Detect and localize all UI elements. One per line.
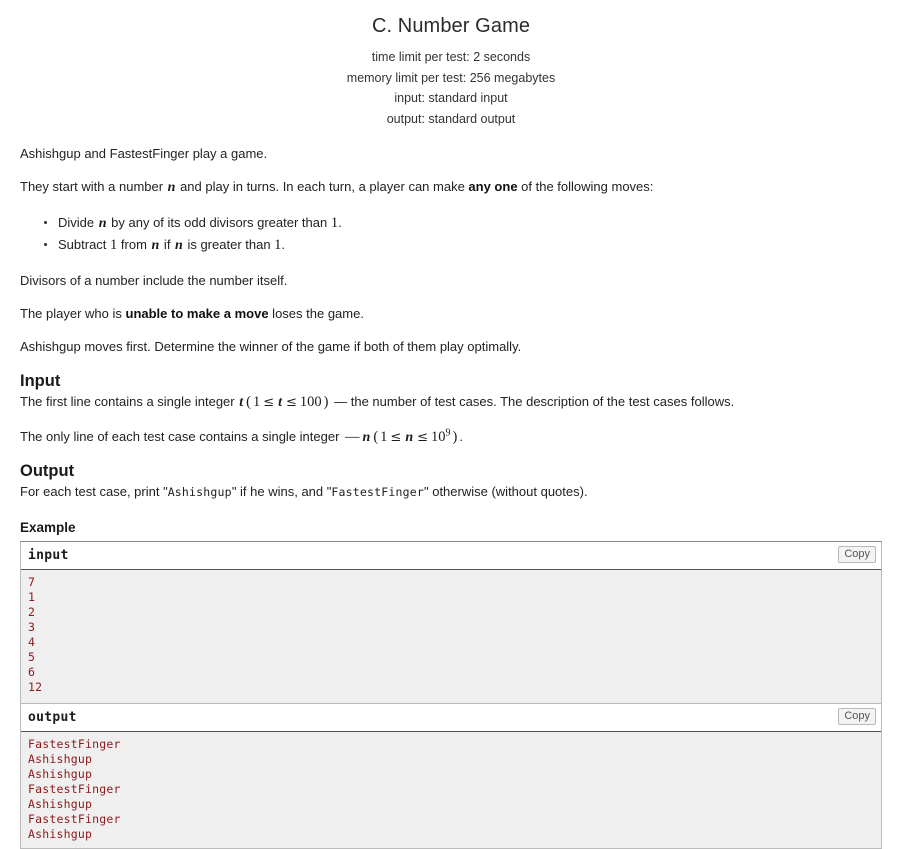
bullet-2-text-c: if [160, 237, 175, 252]
sample-output-data: FastestFinger Ashishgup Ashishgup Fastes… [21, 732, 881, 848]
math-n: n [362, 430, 371, 445]
problem-statement: C. Number Game time limit per test: 2 se… [0, 0, 902, 849]
legend-emphasis-unable: unable to make a move [125, 306, 269, 321]
math-n: n [405, 430, 414, 445]
output-section: Output For each test case, print "Ashish… [20, 461, 882, 501]
problem-legend: Ashishgup and FastestFinger play a game.… [0, 145, 902, 501]
output-name-fastestfinger: FastestFinger [331, 485, 424, 499]
output-spec-paragraph: For each test case, print "Ashishgup" if… [20, 483, 882, 501]
output-name-ashishgup: Ashishgup [167, 485, 232, 499]
input-text-2b: . [459, 429, 463, 444]
math-hundred: 100 [299, 394, 322, 410]
legend-text-4a: The player who is [20, 306, 126, 321]
sample-tests: Example input Copy 7 1 2 3 4 5 6 12 outp… [0, 519, 902, 849]
list-item: Subtract 1 from n if n is greater than 1… [44, 234, 882, 256]
legend-text-2c: of the following moves: [517, 179, 654, 194]
legend-text-2a: They start with a number [20, 179, 167, 194]
bullet-2-text-d: is greater than [183, 237, 275, 252]
math-le: ≤ [417, 430, 429, 445]
bullet-2-text-b: from [117, 237, 151, 252]
math-le: ≤ [286, 395, 297, 410]
copy-input-button[interactable]: Copy [838, 546, 876, 563]
sample-output-box: output Copy FastestFinger Ashishgup Ashi… [20, 704, 882, 849]
example-title: Example [20, 520, 76, 535]
legend-text-2b: and play in turns. In each turn, a playe… [176, 179, 469, 194]
math-paren-open: ( [373, 429, 379, 445]
math-paren-open: ( [246, 394, 251, 410]
input-spec-paragraph-1: The first line contains a single integer… [20, 393, 882, 412]
input-spec: input: standard input [394, 91, 508, 105]
legend-emphasis-any-one: any one [468, 179, 518, 194]
math-paren-close: ) [323, 394, 329, 410]
memory-limit: memory limit per test: 256 megabytes [346, 70, 556, 85]
problem-header: C. Number Game time limit per test: 2 se… [0, 0, 902, 129]
legend-paragraph-5: Ashishgup moves first. Determine the win… [20, 338, 882, 355]
input-spec-paragraph-2: The only line of each test case contains… [20, 428, 882, 447]
math-le: ≤ [390, 430, 402, 445]
input-text-2a: The only line of each test case contains… [20, 429, 344, 444]
legend-text-1: Ashishgup and FastestFinger play a game. [20, 146, 268, 161]
legend-paragraph-1: Ashishgup and FastestFinger play a game. [20, 145, 882, 162]
math-n: n [151, 238, 160, 253]
sample-input-data: 7 1 2 3 4 5 6 12 [21, 570, 881, 703]
math-n: n [175, 238, 183, 253]
sample-output-label: output [28, 710, 77, 725]
moves-list: Divide n by any of its odd divisors grea… [20, 212, 882, 256]
sample-input-header: input Copy [21, 542, 881, 570]
input-text-1b: — the number of test cases. The descript… [330, 394, 735, 409]
legend-text-3: Divisors of a number include the number … [20, 273, 288, 288]
input-section: Input The first line contains a single i… [20, 371, 882, 447]
legend-paragraph-2: They start with a number n and play in t… [20, 178, 882, 196]
output-spec: output: standard output [386, 111, 516, 126]
math-exponent: 9 [445, 427, 451, 439]
time-limit: time limit per test: 2 seconds [371, 50, 531, 64]
input-section-title: Input [20, 372, 61, 390]
bullet-2-text-e: . [281, 237, 286, 252]
math-one: 1 [330, 215, 339, 231]
legend-text-5: Ashishgup moves first. Determine the win… [20, 339, 522, 354]
output-text-c: " otherwise (without quotes). [423, 484, 588, 499]
math-ten: 10 [431, 429, 446, 445]
math-n: n [167, 180, 176, 195]
legend-paragraph-4: The player who is unable to make a move … [20, 305, 882, 322]
math-n: n [98, 216, 107, 231]
output-text-a: For each test case, print " [20, 484, 168, 499]
output-text-b: " if he wins, and " [231, 484, 332, 499]
legend-paragraph-3: Divisors of a number include the number … [20, 272, 882, 289]
bullet-1-text-b: by any of its odd divisors greater than [107, 215, 331, 230]
output-section-title: Output [20, 462, 75, 480]
sample-input-label: input [28, 548, 69, 563]
copy-output-button[interactable]: Copy [838, 708, 876, 725]
input-text-1a: The first line contains a single integer [20, 394, 239, 409]
sample-output-header: output Copy [21, 704, 881, 732]
bullet-2-text-a: Subtract [58, 237, 111, 252]
bullet-1-text-a: Divide [58, 215, 98, 230]
legend-text-4b: loses the game. [268, 306, 364, 321]
page-title: C. Number Game [371, 15, 531, 37]
math-le: ≤ [263, 395, 275, 410]
bullet-1-text-c: . [338, 215, 342, 230]
math-dash: — [345, 429, 360, 445]
sample-input-box: input Copy 7 1 2 3 4 5 6 12 [20, 541, 882, 704]
list-item: Divide n by any of its odd divisors grea… [44, 212, 882, 234]
